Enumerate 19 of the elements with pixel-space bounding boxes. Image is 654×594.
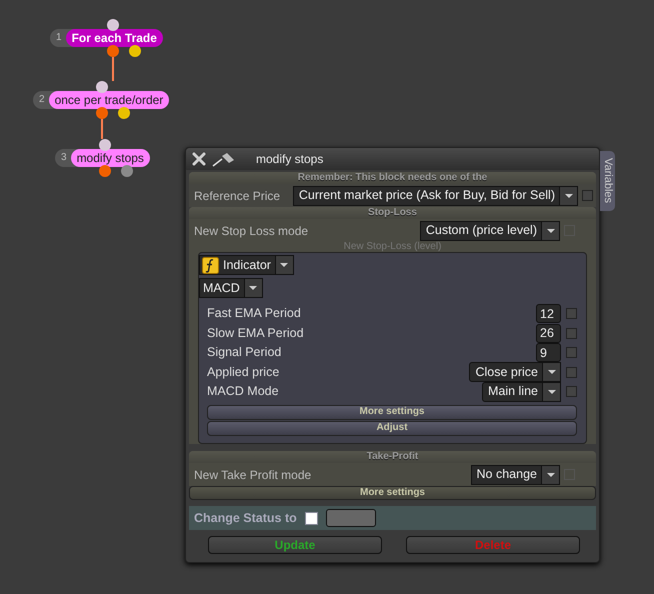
section-header: Take-Profit xyxy=(189,451,596,463)
field-label: Reference Price xyxy=(194,188,282,204)
more-settings-button[interactable]: More settings xyxy=(189,486,596,500)
field-label: Applied price xyxy=(207,364,280,381)
field-label: MACD Mode xyxy=(207,383,280,400)
block-node[interactable]: modify stops xyxy=(70,149,150,167)
field-label: Slow EMA Period xyxy=(207,324,305,342)
field-label: New Stop Loss mode xyxy=(194,222,310,240)
window-title: modify stops xyxy=(256,151,324,168)
section-header: Stop-Loss xyxy=(189,207,596,219)
block-node[interactable]: once per trade/order xyxy=(48,91,170,109)
field-label: Signal Period xyxy=(207,344,282,362)
section-note: Remember: This block needs one of the xyxy=(189,172,596,184)
field-label: New Take Profit mode xyxy=(194,466,312,484)
block-node[interactable]: For each Trade xyxy=(66,29,163,47)
field-label: Fast EMA Period xyxy=(207,305,302,322)
field-label: Change Status to xyxy=(194,510,297,527)
dropdown[interactable]: Current market price (Ask for Buy, Bid for Sell) xyxy=(292,186,578,206)
variables-tab[interactable]: Variables xyxy=(600,151,615,211)
